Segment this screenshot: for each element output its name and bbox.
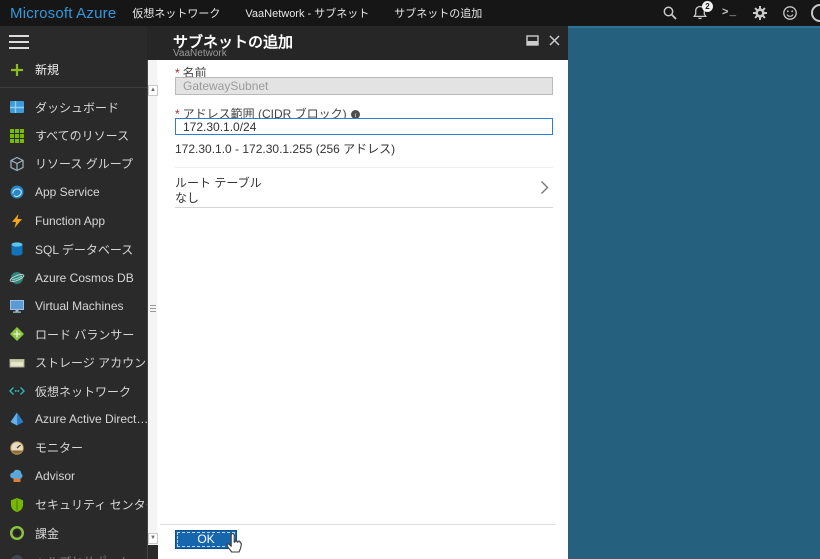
maximize-icon[interactable]	[526, 34, 539, 47]
account-avatar-icon[interactable]	[811, 4, 820, 22]
sidebar-item-dashboard[interactable]: ダッシュボード	[0, 93, 147, 121]
blade-body: *名前 *アドレス範囲 (CIDR ブロック)i 172.30.1.0 - 17…	[147, 60, 568, 559]
cloud-shell-icon[interactable]: >_	[721, 5, 738, 22]
sidebar-item-billing[interactable]: 課金	[0, 519, 147, 547]
add-subnet-blade: サブネットの追加 VaaNetwork *名前 *アドレス範囲 (CIDR ブロ…	[147, 26, 568, 559]
storage-account-icon	[9, 358, 25, 368]
dashboard-icon	[10, 101, 24, 114]
scrollbar-up-arrow[interactable]: ▲	[148, 85, 158, 96]
sidebar-item-storage-accounts[interactable]: ストレージ アカウント	[0, 349, 147, 377]
sidebar-item-sql-databases[interactable]: SQL データベース	[0, 235, 147, 263]
monitor-icon	[10, 441, 24, 455]
app-service-icon	[10, 185, 24, 199]
route-table-value: なし	[175, 191, 200, 205]
azure-ad-icon	[10, 412, 24, 426]
cosmos-db-icon	[9, 271, 25, 284]
dashboard-background	[568, 26, 820, 559]
breadcrumb: 仮想ネットワーク VaaNetwork - サブネット サブネットの追加	[132, 5, 482, 21]
blade-header: サブネットの追加 VaaNetwork	[147, 26, 568, 60]
load-balancer-icon	[10, 327, 24, 342]
azure-portal: Microsoft Azure 仮想ネットワーク VaaNetwork - サブ…	[0, 0, 820, 559]
footer-divider	[160, 524, 556, 525]
help-icon	[11, 555, 23, 559]
virtual-machines-icon	[10, 299, 24, 313]
sidebar-item-azure-active-directory[interactable]: Azure Active Direct…	[0, 405, 147, 433]
sidebar-item-cosmos-db[interactable]: Azure Cosmos DB	[0, 263, 147, 291]
notifications-bell-icon[interactable]: 2	[691, 0, 713, 22]
sidebar-item-virtual-networks[interactable]: 仮想ネットワーク	[0, 377, 147, 405]
sidebar-item-all-resources[interactable]: すべてのリソース	[0, 121, 147, 149]
billing-icon	[9, 526, 25, 541]
hamburger-menu-icon[interactable]	[9, 35, 29, 49]
sidebar-nav: ダッシュボード すべてのリソース リソース グループ App Service F…	[0, 88, 147, 559]
azure-logo[interactable]: Microsoft Azure	[10, 5, 116, 22]
subnet-name-input	[175, 77, 553, 95]
chevron-right-icon	[540, 180, 549, 200]
topbar-icons: 2 >_	[661, 0, 820, 26]
parent-blade-scrollbar: ▲ ▼	[147, 60, 158, 559]
settings-gear-icon[interactable]	[751, 5, 768, 22]
sidebar-item-security-center[interactable]: セキュリティ センター	[0, 490, 147, 518]
search-icon[interactable]	[661, 5, 678, 22]
sidebar-item-virtual-machines[interactable]: Virtual Machines	[0, 292, 147, 320]
sql-database-icon	[11, 242, 23, 256]
notification-count-badge: 2	[702, 0, 713, 12]
function-app-icon	[12, 213, 22, 228]
route-table-selector[interactable]: ルート テーブル なし	[175, 167, 553, 208]
address-range-helper: 172.30.1.0 - 172.30.1.255 (256 アドレス)	[175, 142, 396, 156]
breadcrumb-vaanetwork-subnets[interactable]: VaaNetwork - サブネット	[245, 5, 369, 21]
virtual-network-icon	[9, 387, 25, 396]
sidebar-item-function-app[interactable]: Function App	[0, 207, 147, 235]
blade-subtitle: VaaNetwork	[173, 48, 227, 59]
scrollbar-down-arrow[interactable]: ▼	[148, 533, 158, 544]
topbar: Microsoft Azure 仮想ネットワーク VaaNetwork - サブ…	[0, 0, 820, 26]
feedback-smiley-icon[interactable]	[781, 5, 798, 22]
all-resources-icon	[10, 128, 24, 143]
scrollbar-thumb[interactable]	[149, 303, 157, 315]
sidebar-item-resource-groups[interactable]: リソース グループ	[0, 150, 147, 178]
breadcrumb-add-subnet[interactable]: サブネットの追加	[394, 5, 482, 21]
sidebar-item-monitor[interactable]: モニター	[0, 434, 147, 462]
address-range-input[interactable]	[175, 118, 553, 135]
security-center-icon	[11, 497, 23, 512]
close-icon[interactable]	[548, 34, 561, 47]
ok-button[interactable]: OK	[175, 530, 237, 549]
sidebar-item-load-balancers[interactable]: ロード バランサー	[0, 320, 147, 348]
sidebar-item-label: 新規	[35, 63, 60, 77]
breadcrumb-virtual-networks[interactable]: 仮想ネットワーク	[132, 5, 220, 21]
plus-icon	[11, 63, 23, 76]
sidebar-item-app-service[interactable]: App Service	[0, 178, 147, 206]
sidebar-item-new[interactable]: 新規	[0, 57, 147, 82]
advisor-icon	[10, 470, 23, 483]
sidebar: 新規 ダッシュボード すべてのリソース リソース グループ App Servic…	[0, 26, 147, 559]
resource-groups-icon	[10, 156, 24, 172]
sidebar-item-advisor[interactable]: Advisor	[0, 462, 147, 490]
scrollbar-footer	[148, 545, 158, 559]
sidebar-item-help-support[interactable]: ヘルプとサポート	[0, 547, 147, 559]
